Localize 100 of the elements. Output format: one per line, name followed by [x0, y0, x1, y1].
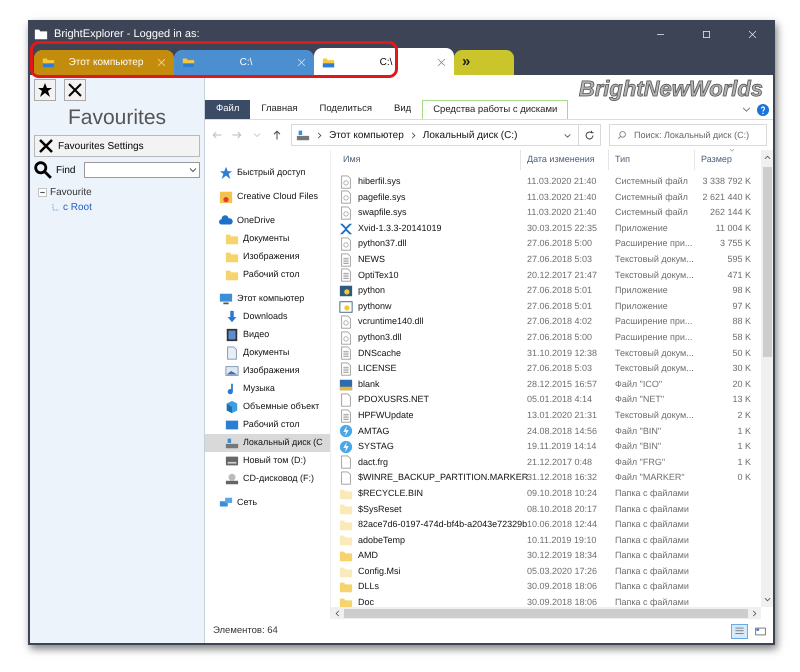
breadcrumb[interactable]: Локальный диск (C:)	[422, 128, 518, 142]
nav-item[interactable]: Сеть	[205, 494, 330, 512]
folder-icon	[219, 190, 233, 204]
nav-item[interactable]: CD-дисковод (F:)	[205, 470, 330, 488]
file-name[interactable]: NEWS	[358, 253, 385, 267]
ribbon-tab[interactable]: Вид	[383, 100, 422, 119]
ribbon-tab[interactable]: Главная	[250, 100, 309, 119]
date-cell-text: 27.06.2018 5:00	[526, 330, 594, 344]
file-name[interactable]: AMTAG	[358, 424, 390, 438]
nav-item[interactable]: Изображения	[205, 248, 330, 266]
type-cell-text: Папка с файлами	[614, 580, 690, 594]
ribbon-tab[interactable]: Средства работы с дисками	[422, 100, 568, 119]
text-file-icon	[339, 346, 353, 360]
nav-item[interactable]: Этот компьютер	[205, 290, 330, 308]
nav-item[interactable]: Downloads	[205, 308, 330, 326]
date-cell-text: 13.01.2020 21:31	[526, 408, 598, 422]
file-name[interactable]: Doc	[358, 596, 374, 610]
type-cell-text: Папка с файлами	[614, 596, 690, 610]
folder-icon	[225, 250, 239, 264]
file-name[interactable]: DNScache	[358, 346, 402, 360]
nav-item[interactable]: Документы	[205, 230, 330, 248]
size-cell-text: 97 K	[731, 300, 752, 313]
size-cell-text: 1 K	[736, 456, 752, 469]
nav-item[interactable]: Изображения	[205, 362, 330, 380]
date-cell-text: 30.09.2018 18:06	[526, 596, 598, 610]
folder-icon	[339, 533, 353, 548]
file-name[interactable]: PDOXUSRS.NET	[358, 393, 430, 407]
file-name[interactable]: OptiTex10	[358, 268, 399, 282]
size-cell-text: 88 K	[731, 315, 752, 328]
search-field[interactable]: Поиск: Локальный диск (C:)	[609, 124, 767, 146]
column-header[interactable]: Тип	[609, 150, 695, 170]
file-name[interactable]: swapfile.sys	[358, 206, 407, 220]
down-arrow-icon	[225, 310, 239, 324]
size-cell-text: 595 K	[726, 253, 752, 266]
file-name[interactable]: DLLs	[358, 580, 380, 594]
nav-item[interactable]: Музыка	[205, 380, 330, 398]
size-cell-text: 2 K	[736, 408, 752, 422]
ribbon-tab[interactable]: Файл	[205, 100, 250, 119]
file-name[interactable]: HPFWUpdate	[358, 408, 414, 422]
size-cell-text: 58 K	[731, 330, 752, 344]
nav-item[interactable]: Видео	[205, 326, 330, 344]
file-name[interactable]: $SysReset	[358, 502, 402, 516]
find-field[interactable]	[84, 162, 200, 178]
file-name[interactable]: LICENSE	[358, 362, 397, 376]
text-file-icon	[339, 252, 353, 267]
size-cell-text: 50 K	[731, 346, 752, 360]
file-name[interactable]: AMD	[358, 549, 378, 563]
file-name[interactable]: python37.dll	[358, 237, 407, 251]
column-header[interactable]: Размер	[695, 150, 753, 170]
tree-item[interactable]: c Root	[63, 200, 92, 215]
date-cell-text: 05.03.2020 17:26	[526, 564, 598, 578]
file-name[interactable]: Xvid-1.3.3-20141019	[358, 222, 442, 236]
nav-item[interactable]: Рабочий стол	[205, 416, 330, 434]
file-name[interactable]: dact.frg	[358, 456, 388, 470]
date-cell-text: 08.10.2018 20:17	[526, 502, 598, 516]
ribbon-tab[interactable]: Поделиться	[308, 100, 383, 119]
file-name[interactable]: Config.Msi	[358, 564, 401, 578]
file-name[interactable]: $RECYCLE.BIN	[358, 486, 424, 500]
file-name[interactable]: pagefile.sys	[358, 190, 406, 204]
column-header[interactable]: Дата изменения	[521, 150, 609, 170]
file-name[interactable]: SYSTAG	[358, 440, 394, 454]
file-name[interactable]: python3.dll	[358, 330, 402, 344]
favourites-settings-button[interactable]: Favourites Settings	[34, 135, 200, 157]
up-arrow-button[interactable]	[271, 129, 283, 141]
nav-item[interactable]: Объемные объект	[205, 398, 330, 416]
file-icon	[339, 315, 353, 330]
details-view-button[interactable]	[731, 624, 748, 638]
chevron-left-icon	[334, 610, 341, 616]
nav-item[interactable]: Локальный диск (C	[205, 434, 330, 452]
file-name[interactable]: blank	[358, 378, 380, 392]
nav-item[interactable]: Документы	[205, 344, 330, 362]
tab[interactable]: C:\	[314, 50, 454, 75]
vertical-scrollbar[interactable]	[761, 150, 773, 607]
forward-arrow-button[interactable]	[231, 129, 243, 141]
type-cell-text: Папка с файлами	[614, 564, 690, 578]
file-name[interactable]: $WINRE_BACKUP_PARTITION.MARKER	[358, 471, 528, 485]
tools-button[interactable]	[64, 79, 86, 101]
tab[interactable]: »	[454, 50, 514, 75]
file-name[interactable]: 82ace7d6-0197-474d-bf4b-a2043e72329b	[358, 518, 528, 532]
file-name[interactable]: pythonw	[358, 300, 392, 314]
text-file-icon	[339, 268, 353, 282]
horizontal-scrollbar[interactable]	[331, 607, 761, 619]
chevron-right-icon	[410, 132, 417, 138]
nav-item[interactable]: Creative Cloud Files	[205, 188, 330, 206]
address-bar[interactable]: Этот компьютер Локальный диск (C:)	[291, 124, 601, 146]
back-arrow-button[interactable]	[211, 129, 223, 141]
favourite-button[interactable]	[34, 79, 56, 101]
file-name[interactable]: python	[358, 284, 386, 298]
tree-item[interactable]: Favourite	[50, 185, 92, 200]
column-header[interactable]: Имя	[337, 150, 521, 170]
breadcrumb[interactable]: Этот компьютер	[329, 128, 404, 142]
nav-item[interactable]: Новый том (D:)	[205, 452, 330, 470]
type-cell-text: Папка с файлами	[614, 534, 690, 547]
folder-icon	[182, 56, 195, 69]
file-name[interactable]: adobeTemp	[358, 534, 406, 548]
file-name[interactable]: vcruntime140.dll	[358, 315, 424, 329]
nav-item[interactable]: Быстрый доступ	[205, 164, 330, 182]
nav-item[interactable]: OneDrive	[205, 212, 330, 230]
nav-item[interactable]: Рабочий стол	[205, 266, 330, 284]
file-name[interactable]: hiberfil.sys	[358, 175, 401, 189]
